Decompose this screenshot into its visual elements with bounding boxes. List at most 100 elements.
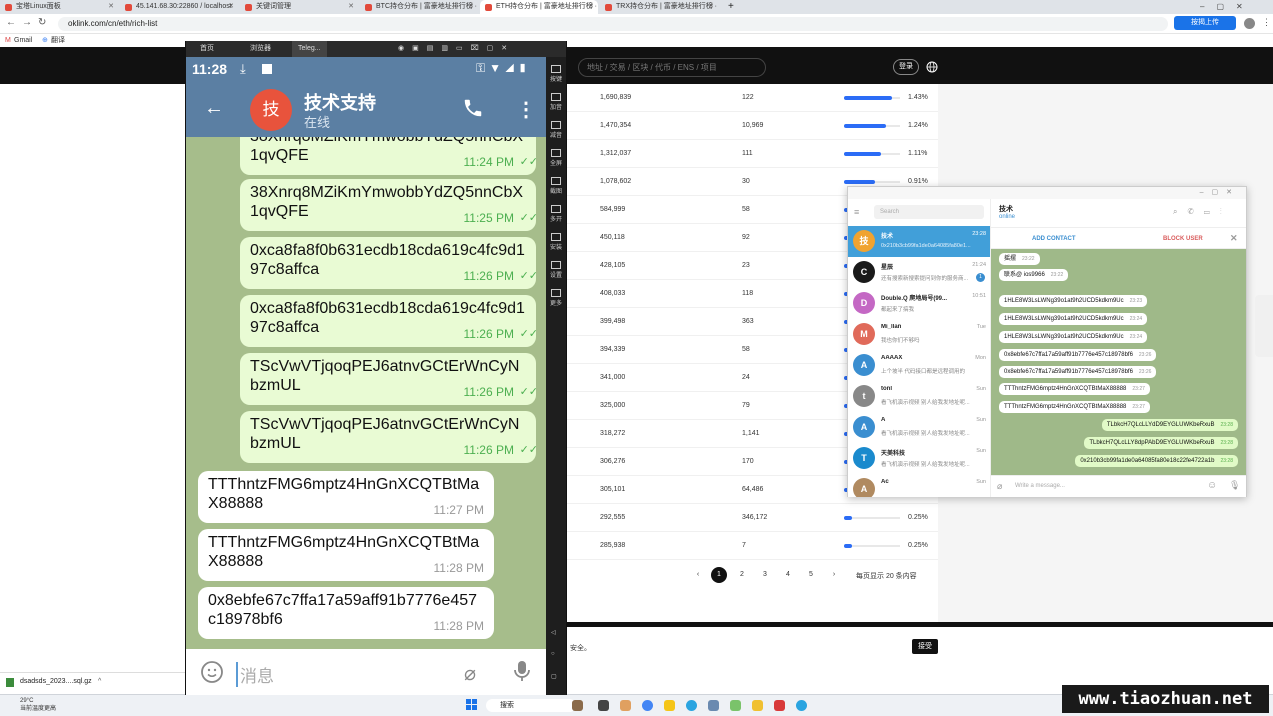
attach-icon[interactable]: ⌀ xyxy=(997,481,1002,492)
chat-list-item[interactable]: D Double.Q 爬地局号(99... 都起来了搞我 10:51 xyxy=(848,288,990,319)
close-icon[interactable]: ✕ xyxy=(1230,233,1238,244)
browser-tab[interactable]: 45.141.68.30:22860 / localhost ✕ xyxy=(120,0,238,14)
tab-close-icon[interactable]: ✕ xyxy=(468,0,474,14)
chat-list-item[interactable]: T 天美科技 看飞机演示视频 别人给我发地址呢... Sun xyxy=(848,443,990,474)
upload-extension-button[interactable]: 按揭上传 xyxy=(1174,16,1236,30)
page-2-button[interactable]: 2 xyxy=(734,567,750,583)
chevron-up-icon[interactable]: ^ xyxy=(98,673,101,691)
back-arrow-icon[interactable]: ← xyxy=(204,97,224,120)
prev-page-button[interactable]: ‹ xyxy=(690,567,706,583)
window-controls[interactable]: –▢✕ xyxy=(1200,0,1255,14)
url-field[interactable]: oklink.com/cn/eth/rich-list xyxy=(58,17,1168,31)
contact-avatar[interactable]: 技 xyxy=(250,89,292,131)
chat-list-item[interactable]: 技技术 0x210b3cb99fa1de0a64085fa80e1... 23:28 xyxy=(848,226,990,257)
bookmark-translate[interactable]: 翻译 xyxy=(51,34,65,47)
hamburger-menu-icon[interactable]: ≡ xyxy=(854,207,859,217)
chat-time: Sun xyxy=(976,417,986,423)
chat-header-icons[interactable]: ⌕✆▭⋮ xyxy=(1173,207,1232,217)
side-button[interactable]: 多开 xyxy=(546,205,566,223)
contact-name[interactable]: 技术 xyxy=(999,204,1013,214)
taskbar-app-icon[interactable] xyxy=(598,700,609,711)
nav-recent-icon[interactable]: ▢ xyxy=(551,673,557,680)
page-5-button[interactable]: 5 xyxy=(803,567,819,583)
page-1-button[interactable]: 1 xyxy=(711,567,727,583)
nav-home-icon[interactable]: ○ xyxy=(551,651,555,657)
side-button[interactable]: 设置 xyxy=(546,261,566,279)
login-button[interactable]: 登录 xyxy=(893,59,919,75)
block-user-button[interactable]: BLOCK USER xyxy=(1163,236,1203,242)
attach-icon[interactable]: ⌀ xyxy=(464,661,476,686)
browser-tab[interactable]: ETH持仓分布 | 富豪地址排行榜 · ✕ xyxy=(480,0,598,14)
window-controls[interactable]: –▢✕ xyxy=(1200,188,1240,196)
taskbar-app-icon[interactable] xyxy=(774,700,785,711)
message-input[interactable]: Write a message... xyxy=(1015,483,1065,489)
message-input[interactable]: 消息 xyxy=(236,662,274,687)
browser-tab[interactable]: BTC持仓分布 | 富豪地址排行榜 · ✕ xyxy=(360,0,478,14)
nav-back-icon[interactable]: ◁ xyxy=(551,629,556,636)
phone-call-icon[interactable] xyxy=(462,97,484,119)
taskbar-app-icon[interactable] xyxy=(708,700,719,711)
windows-start-icon[interactable] xyxy=(466,699,477,710)
microphone-icon[interactable] xyxy=(512,659,532,683)
add-contact-button[interactable]: ADD CONTACT xyxy=(1032,236,1076,242)
tab-close-icon[interactable]: ✕ xyxy=(588,0,594,14)
taskbar-app-icon[interactable] xyxy=(664,700,675,711)
page-4-button[interactable]: 4 xyxy=(780,567,796,583)
emulator-tab[interactable]: Teleg... xyxy=(292,41,327,57)
side-button[interactable]: 加音 xyxy=(546,93,566,111)
browser-tab[interactable]: TRX持仓分布 | 富豪地址排行榜 · ✕ xyxy=(600,0,718,14)
language-globe-icon[interactable] xyxy=(926,61,938,73)
side-button[interactable]: 减音 xyxy=(546,121,566,139)
chat-list-item[interactable]: A A 看飞机演示视频 别人给我发地址呢... Sun xyxy=(848,412,990,443)
menu-icon[interactable]: ⋮ xyxy=(1262,17,1271,28)
more-vertical-icon[interactable]: ⋮ xyxy=(516,97,536,122)
chat-time: Sun xyxy=(976,386,986,392)
next-page-button[interactable]: › xyxy=(826,567,842,583)
chat-list-item[interactable]: t tonl 看飞机演示视频 别人给我发地址呢... Sun xyxy=(848,381,990,412)
chat-list-item[interactable]: A Ac Sun xyxy=(848,474,990,497)
side-button[interactable]: 截图 xyxy=(546,177,566,195)
tab-close-icon[interactable]: ✕ xyxy=(708,0,714,14)
telegram-icon[interactable] xyxy=(796,700,807,711)
folder-icon[interactable] xyxy=(752,700,763,711)
emulator-tab[interactable]: 浏览器 xyxy=(244,41,277,57)
chrome-icon[interactable] xyxy=(642,700,653,711)
page-size-select[interactable]: 每页显示 20 条内容 xyxy=(856,571,917,581)
new-tab-button[interactable]: + xyxy=(728,0,734,14)
chat-list-item[interactable]: C 星辰 还有搜索新搜索提问到你的服务商... 21:24 1 xyxy=(848,257,990,288)
emoji-icon[interactable] xyxy=(200,660,224,684)
taskbar-app-icon[interactable] xyxy=(730,700,741,711)
weather-widget[interactable]: 29°C 当前温度更高 xyxy=(20,697,56,713)
side-button[interactable]: 安装 xyxy=(546,233,566,251)
taskbar-app-icon[interactable] xyxy=(620,700,631,711)
download-filename[interactable]: dsadsds_2023....sql.gz xyxy=(20,673,92,691)
accept-cookies-button[interactable]: 接受 xyxy=(912,639,938,654)
taskbar-app-icon[interactable] xyxy=(686,700,697,711)
side-button[interactable]: 更多 xyxy=(546,289,566,307)
tab-close-icon[interactable]: ✕ xyxy=(348,0,354,14)
chat-list-item[interactable]: A AAAAX 上个坡半 代码接口都是远程调用的 Mon xyxy=(848,350,990,381)
tab-close-icon[interactable]: ✕ xyxy=(108,0,114,14)
bookmark-gmail[interactable]: Gmail xyxy=(14,34,32,47)
site-search-input[interactable]: 地址 / 交易 / 区块 / 代币 / ENS / 项目 xyxy=(578,58,766,77)
side-button[interactable]: 全屏 xyxy=(546,149,566,167)
nav-buttons[interactable]: ←→↻ xyxy=(6,17,52,28)
browser-tab[interactable]: 关键词管理 ✕ xyxy=(240,0,358,14)
tab-close-icon[interactable]: ✕ xyxy=(228,0,234,14)
message-text: 0x8ebfe67c7ffa17a59aff91b7776e457c18978b… xyxy=(1004,352,1133,358)
chat-search-input[interactable]: Search xyxy=(874,205,984,219)
emoji-icon[interactable]: ☺ xyxy=(1207,480,1217,491)
microphone-icon[interactable]: 🎙 xyxy=(1229,480,1240,491)
side-button[interactable]: 按键 xyxy=(546,65,566,83)
page-3-button[interactable]: 3 xyxy=(757,567,773,583)
taskbar-search[interactable]: 搜索 xyxy=(486,699,576,712)
chat-list-item[interactable]: M Mi_llan 我也你们不够吗 Tue xyxy=(848,319,990,350)
taskbar-app-icon[interactable] xyxy=(572,700,583,711)
emulator-tab[interactable]: 首页 xyxy=(194,41,220,57)
emulator-window-controls[interactable]: ◉▣▤▥▭⌧▢✕ xyxy=(398,41,515,57)
message-time: 23:24 xyxy=(1129,334,1143,340)
browser-tab[interactable]: 宝塔Linux面板 ✕ xyxy=(0,0,118,14)
profile-icon[interactable] xyxy=(1244,18,1255,29)
floating-side-widget[interactable] xyxy=(1255,295,1273,357)
row-share-bar xyxy=(844,124,900,128)
